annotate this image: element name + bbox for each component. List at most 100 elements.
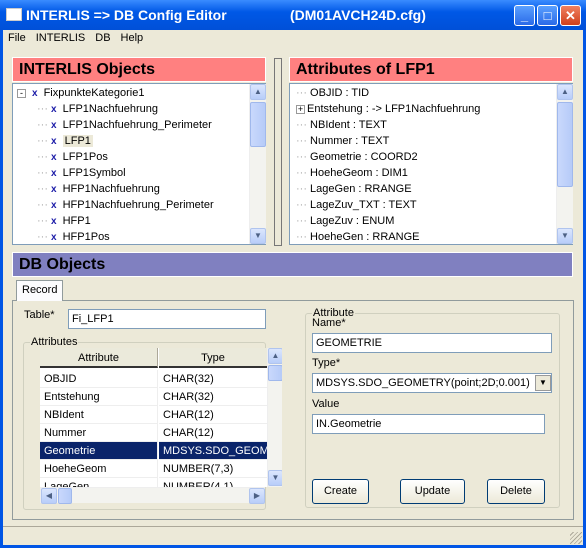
table-row-attribute[interactable]: OBJID <box>40 370 158 388</box>
value-label: Value <box>312 398 340 410</box>
attributes-tree-scrollbar[interactable]: ▲ ▼ <box>556 84 573 244</box>
attribute-item[interactable]: ··· LageZuv_TXT : TEXT <box>296 197 417 213</box>
table-row-attribute[interactable]: LageGen <box>40 478 158 487</box>
attribute-item[interactable]: ··· NBIdent : TEXT <box>296 117 387 133</box>
tab-record[interactable]: Record <box>16 280 63 301</box>
db-objects-header: DB Objects <box>12 252 573 277</box>
attributes-header: Attributes of LFP1 <box>289 57 573 82</box>
table-row-attribute[interactable]: HoeheGeom <box>40 460 158 478</box>
scroll-down-icon[interactable]: ▼ <box>268 470 282 486</box>
class-icon: x <box>51 216 57 227</box>
class-icon: x <box>51 168 57 179</box>
class-icon: x <box>51 136 57 147</box>
attribute-item[interactable]: ··· Nummer : TEXT <box>296 133 389 149</box>
table-input[interactable]: Fi_LFP1 <box>68 309 266 329</box>
minimize-button[interactable]: _ <box>514 5 535 26</box>
tree-line: ··· <box>296 135 311 147</box>
name-label: Name* <box>312 317 346 329</box>
tree-line: ··· <box>296 183 311 195</box>
column-header-type[interactable]: Type <box>159 348 267 368</box>
splitter-handle[interactable] <box>274 58 282 246</box>
value-input[interactable]: IN.Geometrie <box>312 414 545 434</box>
table-row-type[interactable]: CHAR(12) <box>159 424 267 442</box>
tree-line: ··· <box>37 231 52 243</box>
class-icon: x <box>51 152 57 163</box>
tree-line: ··· <box>296 231 311 243</box>
update-button[interactable]: Update <box>400 479 465 504</box>
delete-button[interactable]: Delete <box>487 479 545 504</box>
scroll-left-icon[interactable]: ◀ <box>41 488 57 504</box>
menu-file[interactable]: File <box>3 30 31 44</box>
table-row-type[interactable]: MDSYS.SDO_GEOMETRY <box>159 442 267 460</box>
scroll-thumb[interactable] <box>268 365 282 381</box>
scroll-down-icon[interactable]: ▼ <box>250 228 266 244</box>
table-row-type[interactable]: CHAR(32) <box>159 370 267 388</box>
table-row-attribute[interactable]: NBIdent <box>40 406 158 424</box>
table-row-attribute[interactable]: Entstehung <box>40 388 158 406</box>
scroll-up-icon[interactable]: ▲ <box>268 348 282 364</box>
grid-vertical-scrollbar[interactable]: ▲ ▼ <box>267 348 282 487</box>
scroll-thumb[interactable] <box>250 102 266 147</box>
table-row-type[interactable]: NUMBER(4,1) <box>159 478 267 487</box>
maximize-button[interactable]: □ <box>537 5 558 26</box>
attribute-item[interactable]: ··· HoeheGeom : DIM1 <box>296 165 408 181</box>
table-row-type[interactable]: CHAR(32) <box>159 388 267 406</box>
menu-interlis[interactable]: INTERLIS <box>31 30 91 44</box>
attribute-item[interactable]: ··· HoeheGen : RRANGE <box>296 229 419 245</box>
scroll-up-icon[interactable]: ▲ <box>557 84 573 100</box>
tree-item[interactable]: ··· x HFP1 <box>37 213 91 229</box>
tree-item[interactable]: ··· x LFP1Nachfuehrung <box>37 101 158 117</box>
resize-grip-icon[interactable] <box>570 532 582 544</box>
table-row-type[interactable]: NUMBER(7,3) <box>159 460 267 478</box>
tree-item[interactable]: ··· x LFP1Symbol <box>37 165 126 181</box>
grid-horizontal-scrollbar[interactable]: ◀ ▶ <box>40 487 265 504</box>
tree-root[interactable]: - x FixpunkteKategorie1 <box>17 85 144 101</box>
tree-line: ··· <box>296 199 311 211</box>
tree-item[interactable]: ··· x LFP1Nachfuehrung_Perimeter <box>37 117 212 133</box>
class-icon: x <box>51 184 57 195</box>
attribute-item[interactable]: ··· LageGen : RRANGE <box>296 181 412 197</box>
dropdown-arrow-icon[interactable]: ▼ <box>535 375 551 391</box>
expand-icon[interactable]: + <box>296 105 305 114</box>
tree-item[interactable]: ··· x LFP1 <box>37 133 93 149</box>
scroll-right-icon[interactable]: ▶ <box>249 488 265 504</box>
attribute-item[interactable]: ··· LageZuv : ENUM <box>296 213 394 229</box>
attributes-tree: ··· OBJID : TID + Entstehung : -> LFP1Nach… <box>289 83 573 245</box>
menu-db[interactable]: DB <box>90 30 115 44</box>
scroll-down-icon[interactable]: ▼ <box>557 228 573 244</box>
scroll-thumb[interactable] <box>557 102 573 187</box>
type-label: Type* <box>312 357 341 369</box>
create-button[interactable]: Create <box>312 479 369 504</box>
title-bar: INTERLIS => DB Config Editor (DM01AVCH24… <box>0 0 586 30</box>
table-row-type[interactable]: CHAR(12) <box>159 406 267 424</box>
scroll-thumb[interactable] <box>58 488 72 504</box>
tree-line: ··· <box>37 183 52 195</box>
table-row-attribute[interactable]: Geometrie <box>40 442 158 460</box>
table-row-attribute[interactable]: Nummer <box>40 424 158 442</box>
column-header-attribute[interactable]: Attribute <box>40 348 158 368</box>
interlis-objects-header: INTERLIS Objects <box>12 57 266 82</box>
attribute-item[interactable]: ··· Geometrie : COORD2 <box>296 149 418 165</box>
menu-help[interactable]: Help <box>116 30 149 44</box>
close-button[interactable]: ✕ <box>560 5 581 26</box>
attributes-group-label: Attributes <box>30 336 79 348</box>
name-input[interactable]: GEOMETRIE <box>312 333 552 353</box>
tree-item[interactable]: ··· x LFP1Pos <box>37 149 108 165</box>
class-icon: x <box>32 88 38 99</box>
table-label: Table* <box>24 309 55 321</box>
menu-bar: File INTERLIS DB Help <box>3 30 583 48</box>
attribute-item[interactable]: ··· OBJID : TID <box>296 85 369 101</box>
tree-line: ··· <box>37 103 52 115</box>
attribute-item[interactable]: + Entstehung : -> LFP1Nachfuehrung <box>296 101 480 117</box>
collapse-icon[interactable]: - <box>17 89 26 98</box>
tree-item[interactable]: ··· x HFP1Nachfuehrung <box>37 181 160 197</box>
interlis-tree-scrollbar[interactable]: ▲ ▼ <box>249 84 266 244</box>
class-icon: x <box>51 104 57 115</box>
attributes-grid: Attribute Type OBJID CHAR(32) Entstehung CH… <box>40 348 282 487</box>
tree-line: ··· <box>37 215 52 227</box>
scroll-up-icon[interactable]: ▲ <box>250 84 266 100</box>
type-select[interactable]: MDSYS.SDO_GEOMETRY(point;2D;0.001) <box>312 373 552 393</box>
tree-line: ··· <box>37 119 52 131</box>
tree-item[interactable]: ··· x HFP1Nachfuehrung_Perimeter <box>37 197 214 213</box>
tree-item[interactable]: ··· x HFP1Pos <box>37 229 110 245</box>
